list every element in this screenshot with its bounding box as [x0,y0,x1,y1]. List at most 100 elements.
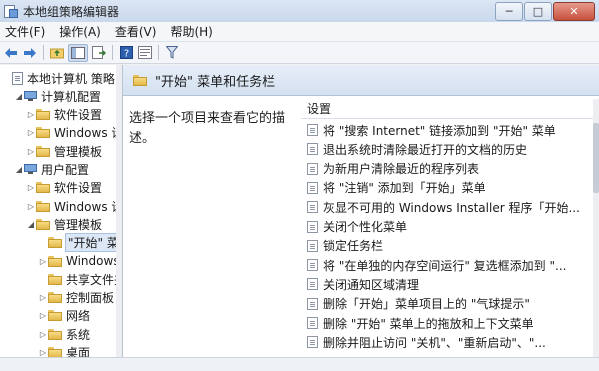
up-folder-icon[interactable] [49,45,65,61]
policy-setting-icon [307,259,318,272]
menu-view[interactable]: 查看(V) [110,23,166,40]
setting-row[interactable]: 删除 "开始" 菜单上的拖放和上下文菜单 [301,314,593,332]
folder-icon [48,328,62,340]
folder-icon [48,273,62,285]
expand-arrow-icon[interactable]: ▷ [26,201,36,211]
folder-icon [48,292,62,304]
expand-arrow-icon[interactable]: ▷ [38,311,48,321]
collapse-arrow-icon[interactable]: ◢ [26,219,36,229]
tree-item-label: 软件设置 [54,108,103,123]
expand-arrow-icon[interactable]: ▷ [38,293,48,303]
tree-item[interactable]: ▷ 软件设置 [26,179,102,197]
filter-icon[interactable] [164,45,180,61]
setting-label: 退出系统时清除最近打开的文档的历史 [323,142,528,157]
properties-icon[interactable] [137,45,153,61]
settings-column-label: 设置 [307,102,332,116]
forward-arrow-icon[interactable] [22,45,38,61]
folder-icon [36,145,50,157]
help-icon[interactable]: ? [118,45,134,61]
tree-item[interactable]: ▷ 软件设置 [26,106,102,124]
tree-item[interactable]: ▷ Windows 设 [26,124,123,142]
policy-tree: 本地计算机 策略 ◢ 计算机配置 ▷ 软件设置 ▷ Windows 设 ▷ 管理模板 ◢ 用户配置 ▷… [0,65,123,357]
setting-label: 将 "注销" 添加到「开始」菜单 [323,181,486,196]
expand-arrow-icon[interactable]: ▷ [38,256,48,266]
folder-icon [36,200,50,212]
setting-row[interactable]: 灰显不可用的 Windows Installer 程序「开始... [301,198,593,216]
folder-icon [133,74,147,86]
folder-icon [48,237,62,249]
settings-column-header[interactable]: 设置 [301,99,593,119]
collapse-arrow-icon[interactable]: ◢ [14,91,24,101]
setting-row[interactable]: 关闭个性化菜单 [301,218,593,236]
tree-item[interactable]: ▷ 系统 [38,325,90,343]
menu-help[interactable]: 帮助(H) [165,23,221,40]
window-controls: ─ □ ✕ [495,2,595,21]
tree-item[interactable]: ▷ 控制面板 [38,289,114,307]
tree-scrollbar[interactable] [116,65,122,357]
toolbar-separator [158,45,159,60]
setting-row[interactable]: 删除并阻止访问 "关机"、"重新启动"、"... [301,333,593,351]
policy-setting-icon [307,143,318,156]
tree-item[interactable]: ▷ Windows [38,252,120,270]
policy-editor-app-icon [4,4,18,18]
setting-row[interactable]: 退出系统时清除最近打开的文档的历史 [301,140,593,158]
setting-row[interactable]: 关闭通知区域清理 [301,275,593,293]
toolbar: ? [0,42,599,64]
tree-item-label: 网络 [66,309,91,324]
folder-icon [36,109,50,121]
setting-row[interactable]: 删除「开始」菜单项目上的 "气球提示" [301,295,593,313]
setting-label: 关闭通知区域清理 [323,277,420,292]
policy-document-icon [12,71,23,85]
setting-row[interactable]: 将 "注销" 添加到「开始」菜单 [301,179,593,197]
tree-item[interactable]: ◢ 用户配置 [14,161,89,179]
tree-item-label: 软件设置 [54,181,103,196]
toolbar-separator [112,45,113,60]
tree-item[interactable]: "开始" 菜 [38,233,122,253]
setting-row[interactable]: 将 "在单独的内存空间运行" 复选框添加到 "... [301,256,593,274]
setting-row[interactable]: 为新用户清除最近的程序列表 [301,160,593,178]
expand-arrow-icon[interactable]: ▷ [38,348,48,357]
menu-action[interactable]: 操作(A) [54,23,110,40]
window-title: 本地组策略编辑器 [23,4,120,19]
tree-item[interactable]: ◢ 管理模板 [26,215,102,233]
tree-item[interactable]: ▷ 网络 [38,307,90,325]
export-list-icon[interactable] [91,45,107,61]
tree-item[interactable]: ▷ Windows 设 [26,197,123,215]
tree-item[interactable]: ▷ 桌面 [38,344,90,357]
settings-scrollbar[interactable] [593,99,599,357]
toolbar-separator [43,45,44,60]
expand-arrow-icon[interactable]: ▷ [38,329,48,339]
back-arrow-icon[interactable] [3,45,19,61]
tree-item-label: 系统 [66,327,91,342]
close-button[interactable]: ✕ [553,2,595,21]
computer-icon [24,90,37,102]
tree-item-label: 计算机配置 [41,89,102,104]
folder-icon [48,255,62,267]
tree-item[interactable]: 本地计算机 策略 [2,69,115,87]
minimize-button[interactable]: ─ [495,2,523,21]
tree-item[interactable]: ▷ 管理模板 [26,142,102,160]
collapse-arrow-icon[interactable]: ◢ [14,165,24,175]
scrollbar-thumb[interactable] [593,123,599,193]
tree-item-label: "开始" 菜 [65,233,122,253]
setting-row[interactable]: 锁定任务栏 [301,237,593,255]
tree-item[interactable]: 共享文件夹 [38,270,122,288]
expand-arrow-icon[interactable]: ▷ [26,110,36,120]
policy-setting-icon [307,124,318,136]
expand-arrow-icon[interactable]: ▷ [26,128,36,138]
setting-row[interactable]: 将 "搜索 Internet" 链接添加到 "开始" 菜单 [301,121,593,139]
setting-label: 灰显不可用的 Windows Installer 程序「开始... [323,200,580,215]
show-hide-tree-icon[interactable] [68,43,88,62]
menu-file[interactable]: 文件(F) [0,23,54,40]
tree-item[interactable]: ◢ 计算机配置 [14,87,101,105]
tree-item-label: Windows 设 [54,126,123,141]
tree-item-label: Windows 设 [54,199,123,214]
expand-arrow-icon[interactable]: ▷ [26,183,36,193]
expand-arrow-icon[interactable]: ▷ [26,146,36,156]
tree-item-label: 本地计算机 策略 [27,71,115,86]
tree-item-label: 用户配置 [41,163,90,177]
category-title: "开始" 菜单和任务栏 [155,74,276,90]
maximize-button[interactable]: □ [524,2,552,21]
